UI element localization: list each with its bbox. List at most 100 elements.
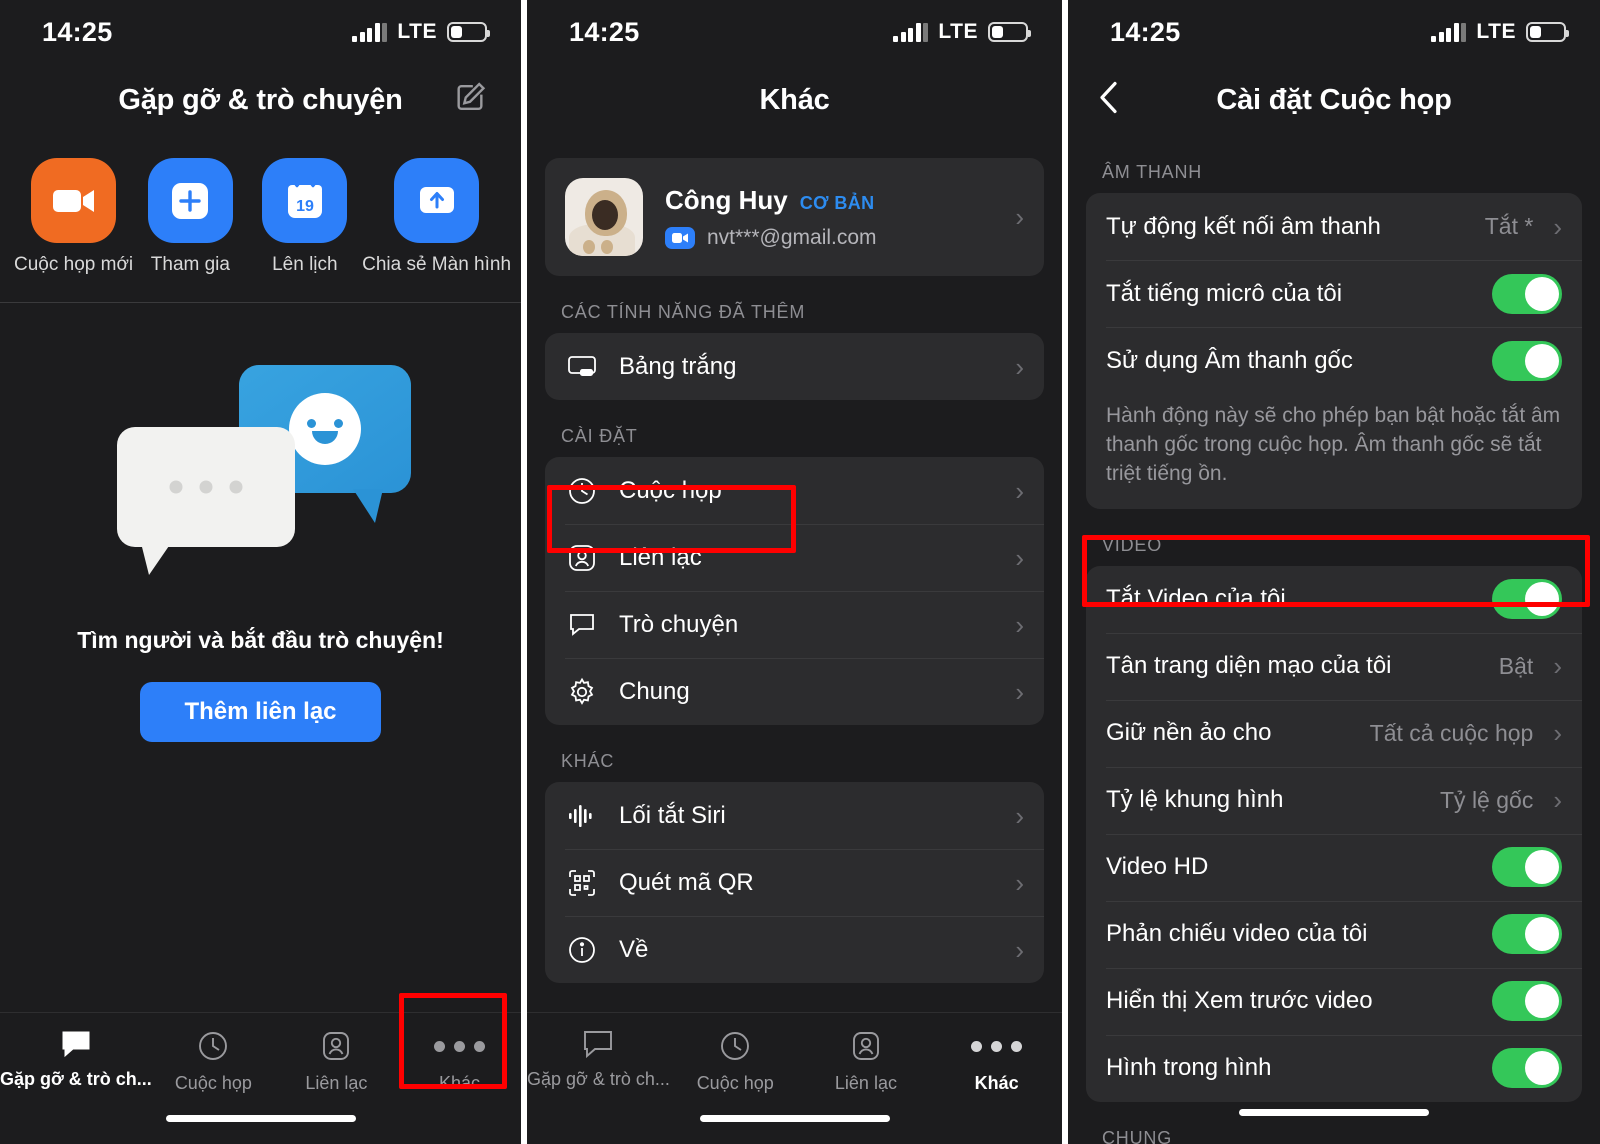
chevron-right-icon: › [1015,676,1024,707]
chevron-right-icon: › [1553,211,1562,242]
status-bar-time: 14:25 [1110,16,1181,47]
network-type-label: LTE [1476,20,1516,43]
chevron-right-icon: › [1015,609,1024,640]
status-bar-right: LTE [352,20,490,44]
tab-label: Liên lạc [305,1073,368,1093]
tab-label: Gặp gỡ & trò ch... [0,1069,152,1089]
signal-strength-icon [352,22,388,42]
add-contact-button[interactable]: Thêm liên lạc [140,682,381,742]
home-indicator [165,1115,356,1122]
row-touch-up-appearance[interactable]: Tân trang diện mạo của tôi Bật › [1086,632,1582,700]
page-title: Cài đặt Cuộc họp [1216,83,1452,116]
chat-bubble-icon [565,611,599,639]
toggle-switch[interactable] [1492,340,1562,381]
row-chat[interactable]: Trò chuyện › [545,591,1044,658]
share-screen-icon [394,158,480,243]
row-label: Hiển thị Xem trước video [1106,987,1373,1015]
row-about[interactable]: Về › [545,916,1044,983]
action-join[interactable]: Tham gia [133,158,247,276]
row-keep-virtual-background[interactable]: Giữ nền ảo cho Tất cả cuộc họp › [1086,699,1582,767]
tab-meet-and-chat[interactable]: Gặp gỡ & trò ch... [0,1029,152,1090]
panel2-tabbar: Gặp gỡ & trò ch... Cuộc họp Liên lạc Khá… [527,1012,1062,1144]
battery-icon [447,22,490,42]
status-bar-right: LTE [893,20,1031,44]
tab-meetings[interactable]: Cuộc họp [670,1029,801,1094]
tab-more[interactable]: Khác [931,1029,1062,1094]
row-label: Bảng trắng [619,352,737,380]
row-label: Chung [619,677,690,705]
toggle-switch[interactable] [1492,914,1562,955]
chat-bubbles-illustration [111,365,411,595]
tab-label: Cuộc họp [174,1073,252,1093]
tab-more[interactable]: Khác [398,1029,521,1094]
page-title: Khác [759,83,830,116]
tab-label: Cuộc họp [696,1073,774,1093]
profile-card[interactable]: Công Huy CƠ BẢN nvt***@gmail.com › [545,158,1044,276]
status-bar-time: 14:25 [569,16,640,47]
audio-note: Hành động này sẽ cho phép bạn bật hoặc t… [1106,404,1561,485]
row-hd-video[interactable]: Video HD [1086,833,1582,901]
row-contacts[interactable]: Liên lạc › [545,524,1044,591]
toggle-switch[interactable] [1492,579,1562,620]
chevron-left-icon[interactable] [1098,80,1120,121]
row-aspect-ratio[interactable]: Tỷ lệ khung hình Tỷ lệ gốc › [1086,766,1582,834]
row-turn-off-my-video[interactable]: Tắt Video của tôi [1086,566,1582,633]
tab-contacts[interactable]: Liên lạc [275,1029,398,1094]
chat-bubble-icon [584,1031,613,1059]
action-share-screen[interactable]: Chia sẻ Màn hình [362,158,511,276]
section-header-added-features: CÁC TÍNH NĂNG ĐÃ THÊM [561,302,806,322]
row-auto-connect-audio[interactable]: Tự động kết nối âm thanh Tắt * › [1086,193,1582,260]
chat-bubble-icon [62,1031,90,1058]
toggle-switch[interactable] [1492,847,1562,888]
row-original-sound[interactable]: Sử dụng Âm thanh gốc [1086,327,1582,394]
row-picture-in-picture[interactable]: Hình trong hình [1086,1034,1582,1102]
panel3-navbar: Cài đặt Cuộc họp [1068,64,1600,136]
toggle-switch[interactable] [1492,981,1562,1022]
status-bar-time: 14:25 [42,16,113,47]
action-new-meeting[interactable]: Cuộc họp mới [14,158,133,276]
panel1-tabbar: Gặp gỡ & trò ch... Cuộc họp Liên lạc Khá… [0,1012,521,1144]
empty-state: Tìm người và bắt đầu trò chuyện! Thêm li… [0,303,521,742]
row-label: Cuộc họp [619,476,722,504]
tab-label: Khác [438,1073,480,1093]
chevron-right-icon: › [1553,718,1562,749]
ellipsis-icon [971,1029,1023,1063]
toggle-switch[interactable] [1492,273,1562,314]
tab-label: Liên lạc [834,1073,897,1093]
status-bar: 14:25 LTE [1068,0,1600,64]
settings-card: Cuộc họp › Liên lạc › Trò chuyện › Chung… [545,457,1044,725]
row-label: Về [619,935,649,963]
panel-meet-and-chat: 14:25 LTE Gặp gỡ & trò chuyện Cuộc họp m… [0,0,521,1144]
compose-icon[interactable] [453,81,487,120]
row-mirror-my-video[interactable]: Phản chiếu video của tôi [1086,900,1582,968]
tab-meetings[interactable]: Cuộc họp [152,1029,275,1094]
row-label: Liên lạc [619,543,702,571]
row-whiteboard[interactable]: Bảng trắng › [545,333,1044,400]
added-features-card: Bảng trắng › [545,333,1044,400]
row-mute-my-mic[interactable]: Tắt tiếng micrô của tôi [1086,260,1582,327]
quick-actions: Cuộc họp mới Tham gia 19 Lên lịch Chia s… [0,136,521,276]
panel-meeting-settings: 14:25 LTE Cài đặt Cuộc họp ÂM THANH Tự đ… [1068,0,1600,1144]
panel-more: 14:25 LTE Khác Công Huy CƠ BẢN nvt***@gm… [527,0,1062,1144]
clock-icon [199,1032,228,1060]
row-general[interactable]: Chung › [545,658,1044,725]
row-meetings[interactable]: Cuộc họp › [545,457,1044,524]
calendar-19-icon: 19 [262,158,348,243]
action-schedule[interactable]: 19 Lên lịch [248,158,362,276]
tab-contacts[interactable]: Liên lạc [801,1029,932,1094]
row-label: Quét mã QR [619,868,754,896]
status-bar: 14:25 LTE [0,0,521,64]
row-show-video-preview[interactable]: Hiển thị Xem trước video [1086,967,1582,1035]
info-icon [565,935,599,965]
row-label: Phản chiếu video của tôi [1106,920,1368,948]
smiley-face-icon [288,393,361,465]
row-siri-shortcut[interactable]: Lối tắt Siri › [545,782,1044,849]
toggle-switch[interactable] [1492,1048,1562,1089]
network-type-label: LTE [397,20,437,43]
section-header-other: KHÁC [561,751,615,771]
tab-meet-and-chat[interactable]: Gặp gỡ & trò ch... [527,1029,670,1090]
empty-state-headline: Tìm người và bắt đầu trò chuyện! [77,627,444,653]
row-scan-qr[interactable]: Quét mã QR › [545,849,1044,916]
video-card: Tắt Video của tôi Tân trang diện mạo của… [1086,565,1582,1102]
avatar [565,178,643,256]
